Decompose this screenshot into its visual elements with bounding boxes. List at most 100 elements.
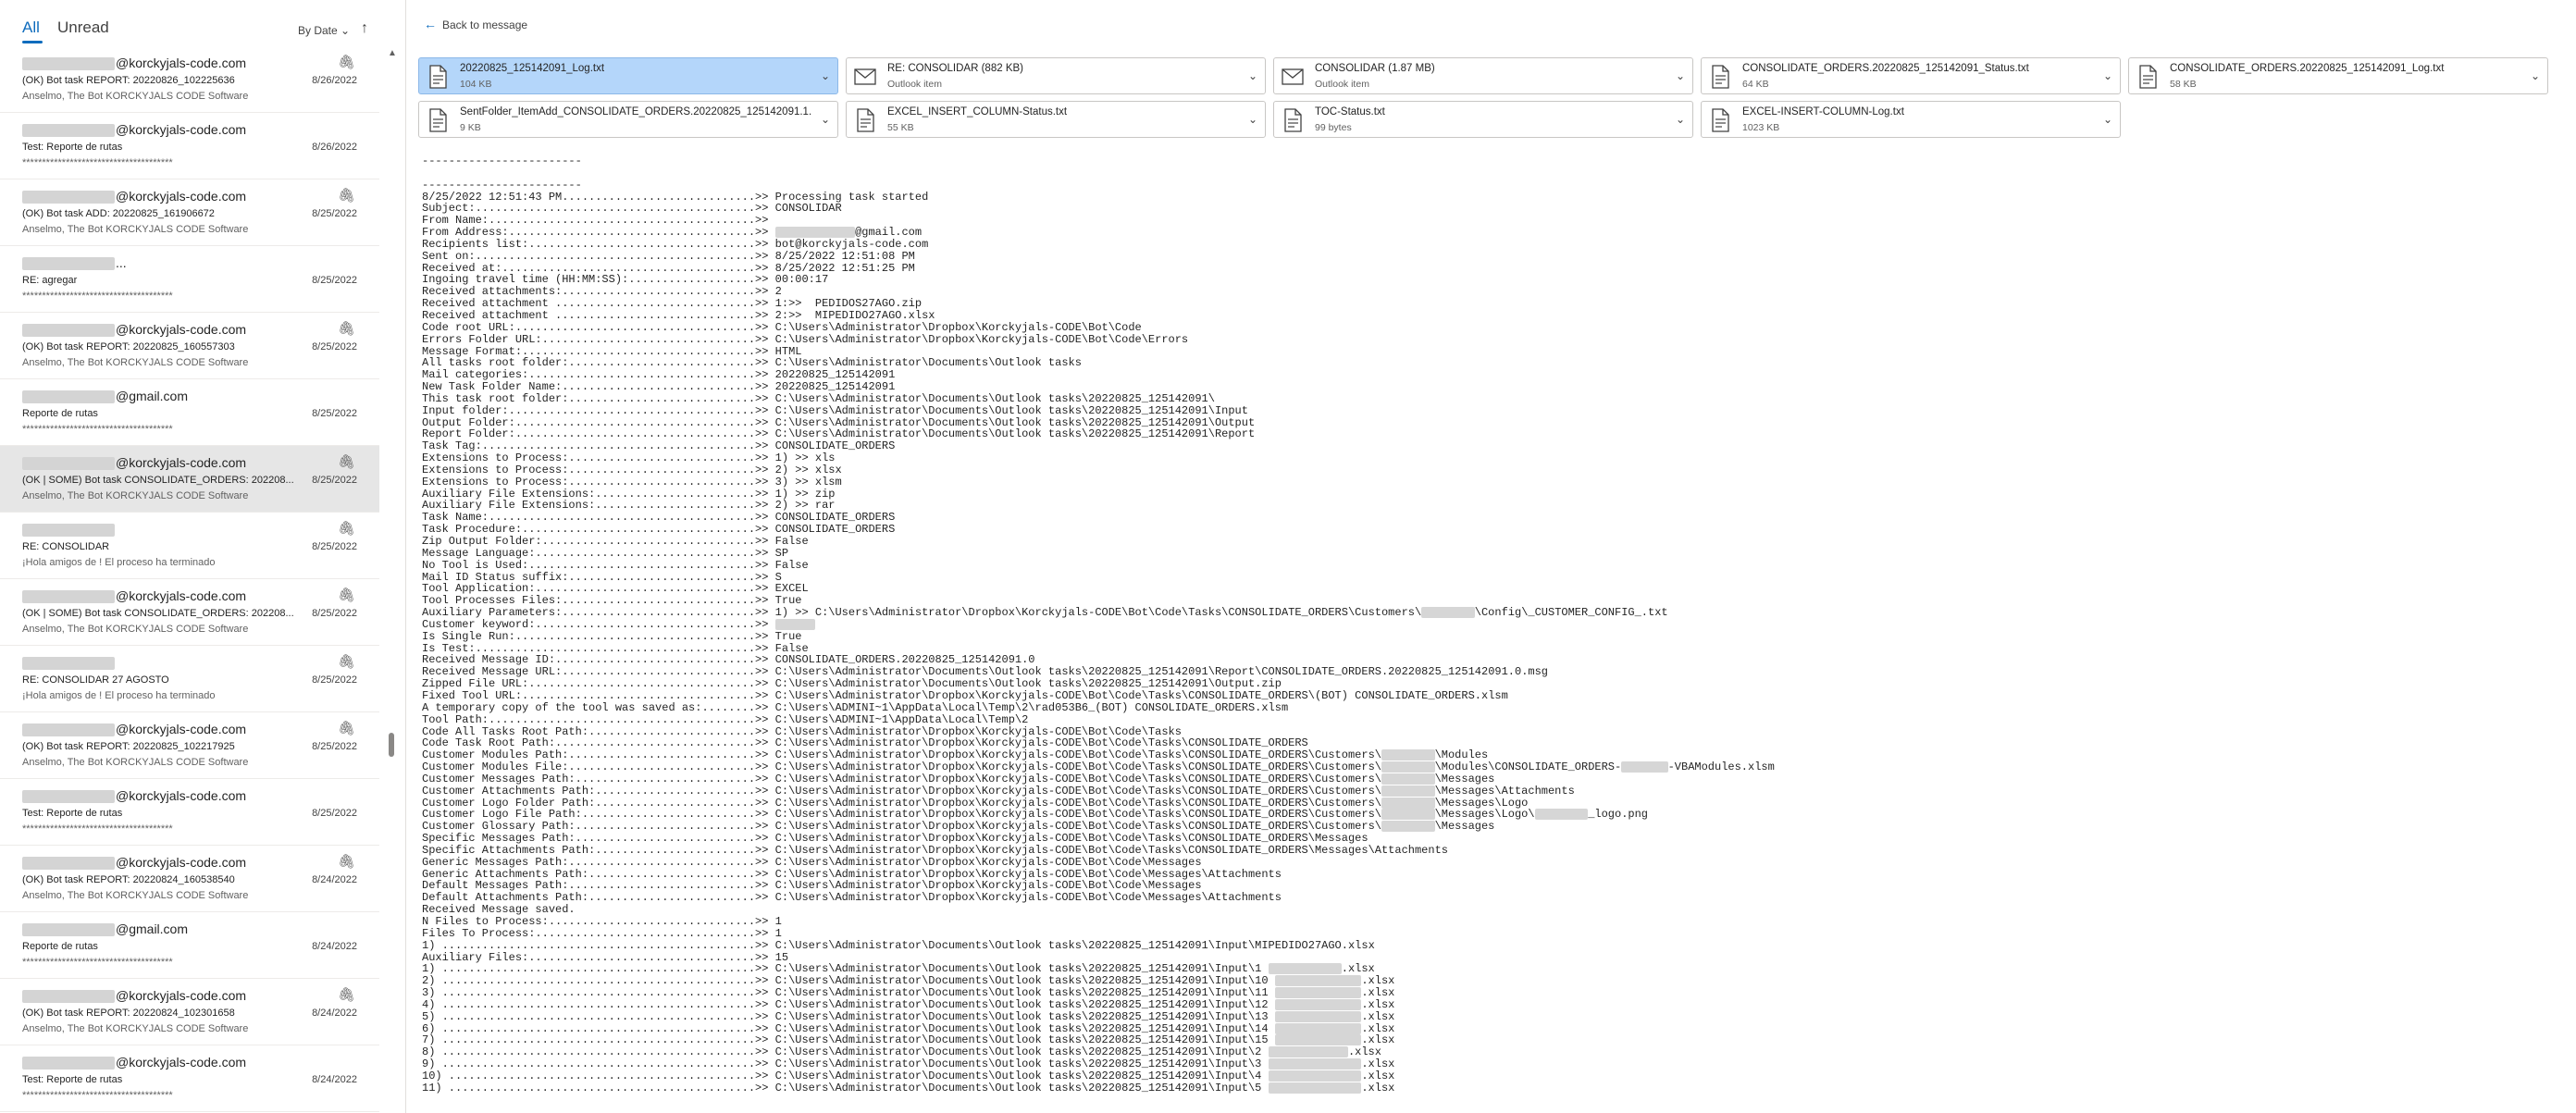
attachment-size: 58 KB <box>2170 79 2197 90</box>
message-sender <box>22 655 116 671</box>
message-list-item[interactable]: @korckyjals-code.com (OK | SOME) Bot task… <box>0 446 379 513</box>
message-list-item[interactable]: @korckyjals-code.com (OK) Bot task REPORT… <box>0 846 379 912</box>
paperclip-icon: 🖇 <box>337 521 355 537</box>
redacted-text <box>1381 797 1435 809</box>
message-list-item[interactable]: @korckyjals-code.com (OK) Bot task REPORT… <box>0 712 379 779</box>
attachment-card[interactable]: EXCEL_INSERT_COLUMN-Status.txt 55 KB ⌄ <box>846 101 1266 138</box>
message-list-item[interactable]: @korckyjals-code.com Test: Reporte de rut… <box>0 1045 379 1112</box>
attachment-card[interactable]: 20220825_125142091_Log.txt 104 KB ⌄ <box>418 57 838 94</box>
attachment-card[interactable]: SentFolder_ItemAdd_CONSOLIDATE_ORDERS.20… <box>418 101 838 138</box>
log-line: 11) ....................................… <box>422 1081 1395 1094</box>
tab-all[interactable]: All <box>22 19 40 37</box>
log-line: Input folder:...........................… <box>422 403 1248 417</box>
message-list-item[interactable]: @korckyjals-code.com (OK) Bot task REPORT… <box>0 979 379 1045</box>
message-list-item[interactable]: @korckyjals-code.com (OK) Bot task ADD: 2… <box>0 179 379 246</box>
chevron-down-icon[interactable]: ⌄ <box>1248 113 1257 126</box>
message-date: 8/26/2022 <box>312 75 357 86</box>
message-sender: @korckyjals-code.com <box>22 122 247 138</box>
back-to-message-button[interactable]: ← Back to message <box>424 17 527 31</box>
message-list-item[interactable]: @korckyjals-code.com Test: Reporte de rut… <box>0 779 379 846</box>
sort-by-date-button[interactable]: By Date ⌄ <box>298 24 350 37</box>
message-list-item[interactable]: RE: CONSOLIDAR 27 AGOSTO ¡Hola amigos de … <box>0 646 379 712</box>
message-list-item[interactable]: @korckyjals-code.com (OK) Bot task REPORT… <box>0 313 379 379</box>
attachment-name: CONSOLIDATE_ORDERS.20220825_125142091_St… <box>1742 63 2029 74</box>
message-subject: Test: Reporte de rutas <box>22 1074 123 1085</box>
redacted-text <box>774 618 815 630</box>
log-line: Specific Attachments Path:..............… <box>422 843 1448 857</box>
message-list-item[interactable]: @korckyjals-code.com Test: Reporte de rut… <box>0 113 379 179</box>
message-list-pane: All Unread By Date ⌄ ↑ @korckyjals-code.… <box>0 0 397 1113</box>
message-sender: ... <box>22 255 127 271</box>
chevron-down-icon[interactable]: ⌄ <box>2103 69 2112 82</box>
reading-pane: ← Back to message 20220825_125142091_Log.… <box>407 0 2576 1113</box>
message-preview: Anselmo, The Bot KORCKYJALS CODE Softwar… <box>22 224 249 235</box>
chevron-down-icon[interactable]: ⌄ <box>1248 69 1257 82</box>
message-list-item[interactable]: @korckyjals-code.com (OK | SOME) Bot task… <box>0 579 379 646</box>
message-preview: Anselmo, The Bot KORCKYJALS CODE Softwar… <box>22 490 249 501</box>
redacted-sender-name <box>22 324 115 338</box>
tab-unread[interactable]: Unread <box>57 19 109 37</box>
chevron-down-icon[interactable]: ⌄ <box>1676 69 1685 82</box>
pane-divider[interactable] <box>405 0 406 1113</box>
log-line: Code root URL:..........................… <box>422 320 1142 334</box>
message-sender-domain: @gmail.com <box>116 921 189 936</box>
message-sender: @korckyjals-code.com <box>22 855 247 871</box>
chevron-down-icon[interactable]: ⌄ <box>2531 69 2540 82</box>
message-sender-domain: @gmail.com <box>116 389 189 403</box>
sort-direction-arrow-icon[interactable]: ↑ <box>361 20 368 37</box>
message-sender-domain: @korckyjals-code.com <box>116 855 247 870</box>
redacted-text <box>1534 809 1589 821</box>
tab-all-indicator <box>22 41 43 43</box>
scrollbar-thumb[interactable] <box>389 733 394 757</box>
message-list-scrollbar[interactable] <box>385 46 396 1113</box>
log-line: Auxiliary Parameters:...................… <box>422 606 1668 620</box>
text-file-icon <box>427 65 449 89</box>
attachment-size: 1023 KB <box>1742 122 1780 133</box>
message-list-item[interactable]: RE: CONSOLIDAR ¡Hola amigos de ! El proce… <box>0 513 379 579</box>
attachment-card[interactable]: CONSOLIDATE_ORDERS.20220825_125142091_Lo… <box>2128 57 2548 94</box>
paperclip-icon: 🖇 <box>337 454 355 470</box>
message-sender-domain: @korckyjals-code.com <box>116 122 247 137</box>
redacted-sender-name <box>22 1057 115 1070</box>
redacted-text <box>1274 1022 1362 1034</box>
scroll-up-arrow-icon[interactable]: ▲ <box>388 48 397 58</box>
attachment-size: Outlook item <box>887 79 942 90</box>
log-line: Generic Messages Path:..................… <box>422 855 1202 869</box>
text-file-icon <box>1282 108 1304 132</box>
redacted-text <box>1381 761 1435 773</box>
chevron-down-icon[interactable]: ⌄ <box>821 69 830 82</box>
attachment-name: CONSOLIDATE_ORDERS.20220825_125142091_Lo… <box>2170 63 2445 74</box>
message-preview: Anselmo, The Bot KORCKYJALS CODE Softwar… <box>22 357 249 368</box>
attachment-card[interactable]: EXCEL-INSERT-COLUMN-Log.txt 1023 KB ⌄ <box>1701 101 2121 138</box>
log-line: ------------------------ <box>422 155 582 167</box>
message-subject: RE: agregar <box>22 275 78 286</box>
message-subject: (OK) Bot task REPORT: 20220825_160557303 <box>22 341 235 352</box>
message-date: 8/24/2022 <box>312 874 357 885</box>
message-list-item[interactable]: @gmail.com Reporte de rutas **************… <box>0 912 379 979</box>
log-line: ------------------------ <box>422 178 582 192</box>
paperclip-icon: 🖇 <box>337 654 355 670</box>
message-subject: Test: Reporte de rutas <box>22 808 123 819</box>
message-list-item[interactable]: @korckyjals-code.com (OK) Bot task REPORT… <box>0 46 379 113</box>
chevron-down-icon[interactable]: ⌄ <box>821 113 830 126</box>
message-list-item[interactable]: @gmail.com Reporte de rutas **************… <box>0 379 379 446</box>
log-line: 1) .....................................… <box>422 938 1375 952</box>
attachment-card[interactable]: RE: CONSOLIDAR (882 KB) Outlook item ⌄ <box>846 57 1266 94</box>
redacted-text <box>1381 809 1435 821</box>
text-file-icon <box>427 108 449 132</box>
log-line: This task root folder:..................… <box>422 391 1215 405</box>
message-preview: ************************************** <box>22 823 173 835</box>
message-preview: Anselmo, The Bot KORCKYJALS CODE Softwar… <box>22 91 249 102</box>
message-date: 8/24/2022 <box>312 1074 357 1085</box>
attachment-name: CONSOLIDAR (1.87 MB) <box>1315 63 1435 74</box>
attachment-card[interactable]: CONSOLIDAR (1.87 MB) Outlook item ⌄ <box>1273 57 1693 94</box>
chevron-down-icon[interactable]: ⌄ <box>1676 113 1685 126</box>
redacted-text <box>1274 998 1362 1010</box>
message-preview: ************************************** <box>22 291 173 302</box>
chevron-down-icon[interactable]: ⌄ <box>2103 113 2112 126</box>
redacted-sender-name <box>22 257 115 271</box>
attachment-card[interactable]: CONSOLIDATE_ORDERS.20220825_125142091_St… <box>1701 57 2121 94</box>
message-list-item[interactable]: ... RE: agregar **************************… <box>0 246 379 313</box>
attachment-card[interactable]: TOC-Status.txt 99 bytes ⌄ <box>1273 101 1693 138</box>
message-sender-domain: @korckyjals-code.com <box>116 455 247 470</box>
